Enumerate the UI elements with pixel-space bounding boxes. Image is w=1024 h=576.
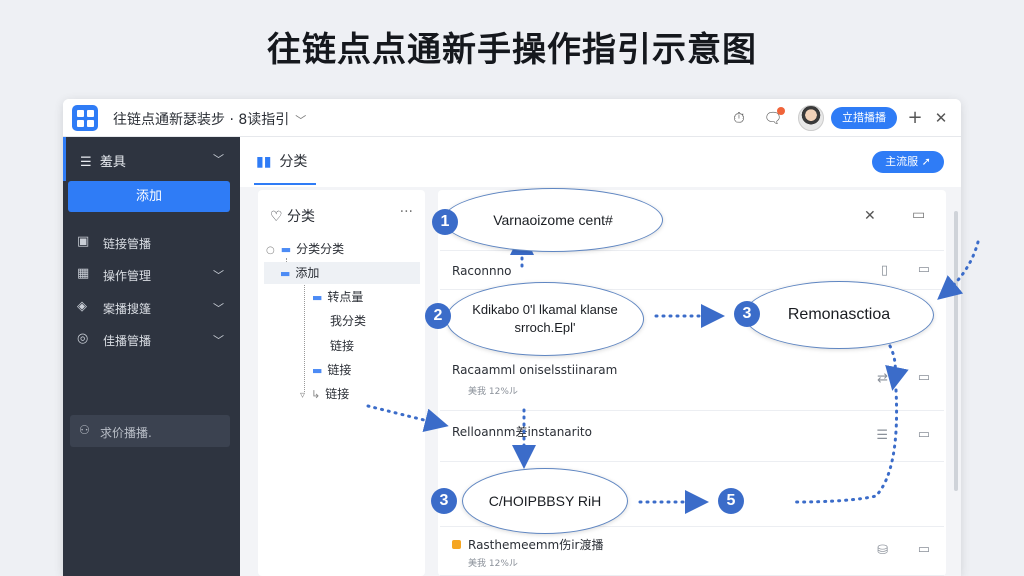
title-bar: 往链点通新瑟装步 · 8读指引 ﹀ ⏱ 🗨 立措播播 + ✕ bbox=[63, 99, 961, 137]
comment-icon[interactable]: ▭ bbox=[918, 370, 930, 385]
tree-node[interactable]: ▬ 转点量 bbox=[312, 286, 363, 308]
sidebar-header[interactable]: ☰ 羞具 ﹀ bbox=[63, 137, 240, 181]
sidebar-item-operations[interactable]: ▦ 操作管理 ﹀ bbox=[63, 259, 240, 289]
step-badge-1: 1 bbox=[432, 209, 458, 235]
user-icon: ⚇ bbox=[79, 423, 90, 437]
sidebar-item-settings[interactable]: ◎ 佳播管播 ﹀ bbox=[63, 324, 240, 354]
sidebar-item-link-management[interactable]: ▣ 链接管播 bbox=[63, 227, 240, 257]
app-title[interactable]: 往链点通新瑟装步 · 8读指引 ﹀ bbox=[113, 109, 306, 129]
notification-icon[interactable]: 🗨 bbox=[763, 107, 785, 128]
row-title: Racaamml oniselsstiinaram bbox=[452, 363, 618, 377]
callout-1: Varnaoizome cent# bbox=[443, 188, 663, 252]
row-title: Raconnno bbox=[452, 264, 512, 278]
primary-action-button[interactable]: 立措播播 bbox=[831, 107, 897, 129]
page-title: 往链点点通新手操作指引示意图 bbox=[267, 30, 757, 70]
sidebar-header-label: 羞具 bbox=[99, 155, 126, 170]
chevron-down-icon: ▿ bbox=[300, 390, 306, 401]
comment-icon[interactable]: ▭ bbox=[918, 542, 930, 557]
callout-3: Remonasctioa bbox=[744, 281, 934, 349]
sidebar-item-label: 佳播管播 bbox=[103, 334, 152, 348]
sidebar-item-label: 链接管播 bbox=[103, 237, 152, 251]
header-action-label: 主流服 bbox=[885, 155, 919, 168]
close-icon[interactable]: ✕ bbox=[864, 208, 876, 224]
timer-icon[interactable]: ⏱ bbox=[729, 108, 749, 128]
sidebar-item-label: 案播搜篷 bbox=[103, 302, 152, 316]
avatar[interactable] bbox=[798, 105, 824, 131]
sidebar-item-search[interactable]: ◈ 案播搜篷 ﹀ bbox=[63, 292, 240, 322]
heart-icon: ♡ bbox=[270, 209, 283, 225]
grid-icon: ▦ bbox=[77, 266, 90, 281]
chevron-down-icon: ﹀ bbox=[213, 269, 224, 282]
folder-icon: ▬ bbox=[280, 267, 291, 280]
chevron-down-icon: ﹀ bbox=[213, 334, 224, 347]
bar-chart-icon: ▮▮ bbox=[256, 154, 272, 170]
header-action-button[interactable]: 主流服 ➚ bbox=[872, 151, 944, 173]
sidebar-item-label: 操作管理 bbox=[103, 269, 152, 283]
step-badge-4: 3 bbox=[431, 488, 457, 514]
chevron-down-icon: ﹀ bbox=[213, 302, 224, 315]
tag-icon: ◈ bbox=[77, 299, 87, 314]
document-icon: ▣ bbox=[77, 234, 90, 249]
comment-icon[interactable]: ▭ bbox=[918, 262, 930, 277]
tree-node[interactable]: 链接 bbox=[330, 335, 354, 357]
radio-icon: ○ bbox=[266, 245, 275, 256]
menu-icon: ☰ bbox=[80, 155, 92, 170]
tree-node[interactable]: ▬ 链接 bbox=[312, 359, 351, 381]
tree-node[interactable]: ▿ ↳ 链接 bbox=[300, 383, 349, 405]
list-item[interactable]: Racaamml oniselsstiinaram 美我 12%ル ⇄ ▭ bbox=[440, 353, 944, 411]
close-icon[interactable]: ✕ bbox=[931, 108, 951, 128]
tab-category[interactable]: ▮▮ 分类 bbox=[256, 151, 307, 171]
content-header: ▮▮ 分类 主流服 ➚ bbox=[240, 137, 961, 187]
comment-icon[interactable]: ▭ bbox=[912, 207, 925, 223]
row-subtitle: 美我 12%ル bbox=[468, 559, 518, 569]
category-tree-panel: ♡ 分类 ··· ○▬分类分类 ▬添加 ▬转点量 我分类 链接 ▬链接 bbox=[258, 190, 425, 576]
folder-icon: ▬ bbox=[312, 291, 323, 304]
app-title-text: 往链点通新瑟装步 · 8读指引 bbox=[113, 112, 290, 128]
arrow-icon: ➚ bbox=[921, 155, 931, 168]
notification-dot bbox=[777, 107, 785, 115]
comment-icon[interactable]: ▭ bbox=[918, 427, 930, 442]
link-icon: ↳ bbox=[311, 388, 321, 401]
folder-icon: ▬ bbox=[280, 243, 292, 256]
share-icon[interactable]: ⇄ bbox=[877, 371, 888, 386]
callout-2: Kdikabo 0'l lkamal klanse srroch.Epl' bbox=[446, 282, 644, 356]
callout-4: C/HOIPBBSY RiH bbox=[462, 468, 628, 534]
folder-icon: ▬ bbox=[312, 364, 323, 377]
row-title: Rasthemeemm伤ir渡播 bbox=[468, 538, 604, 552]
row-subtitle: 美我 12%ル bbox=[468, 387, 518, 397]
shield-icon: ◎ bbox=[77, 331, 89, 346]
chevron-down-icon: ﹀ bbox=[295, 114, 307, 127]
step-badge-2: 2 bbox=[425, 303, 451, 329]
tree-node-selected[interactable]: ▬ 添加 bbox=[264, 262, 420, 284]
sidebar: ☰ 羞具 ﹀ 添加 ▣ 链接管播 ▦ 操作管理 ﹀ ◈ 案播搜篷 ﹀ ◎ 佳播管… bbox=[63, 137, 240, 576]
tree-node[interactable]: ○ ▬ 分类分类 bbox=[266, 238, 344, 260]
more-icon[interactable]: ··· bbox=[400, 204, 413, 220]
tab-underline bbox=[254, 183, 316, 185]
tree-node[interactable]: 我分类 bbox=[330, 310, 366, 332]
tree-title-text: 分类 bbox=[287, 209, 316, 225]
chevron-down-icon: ﹀ bbox=[213, 153, 224, 166]
list-item[interactable]: Rasthemeemm伤ir渡播 美我 12%ル ⛁ ▭ bbox=[440, 526, 944, 576]
app-grid-icon[interactable] bbox=[72, 105, 98, 131]
tree-guide bbox=[304, 282, 305, 392]
tab-label: 分类 bbox=[279, 154, 308, 170]
sidebar-search[interactable]: ⚇ 求价播播. bbox=[70, 415, 230, 447]
add-button[interactable]: 添加 bbox=[68, 181, 230, 212]
status-badge bbox=[452, 540, 461, 549]
step-badge-5: 5 bbox=[718, 488, 744, 514]
tree-title: ♡ 分类 bbox=[270, 206, 315, 226]
row-title: Relloannm差instanarito bbox=[452, 425, 592, 439]
database-icon[interactable]: ⛁ bbox=[877, 543, 888, 558]
sidebar-search-placeholder: 求价播播. bbox=[100, 426, 152, 440]
trash-icon[interactable]: ▯ bbox=[881, 263, 888, 278]
list-icon[interactable]: ☰ bbox=[876, 428, 888, 443]
list-item[interactable]: Relloannm差instanarito ☰ ▭ bbox=[440, 412, 944, 462]
add-icon[interactable]: + bbox=[905, 108, 925, 128]
scrollbar[interactable] bbox=[954, 211, 958, 491]
step-badge-3: 3 bbox=[734, 301, 760, 327]
